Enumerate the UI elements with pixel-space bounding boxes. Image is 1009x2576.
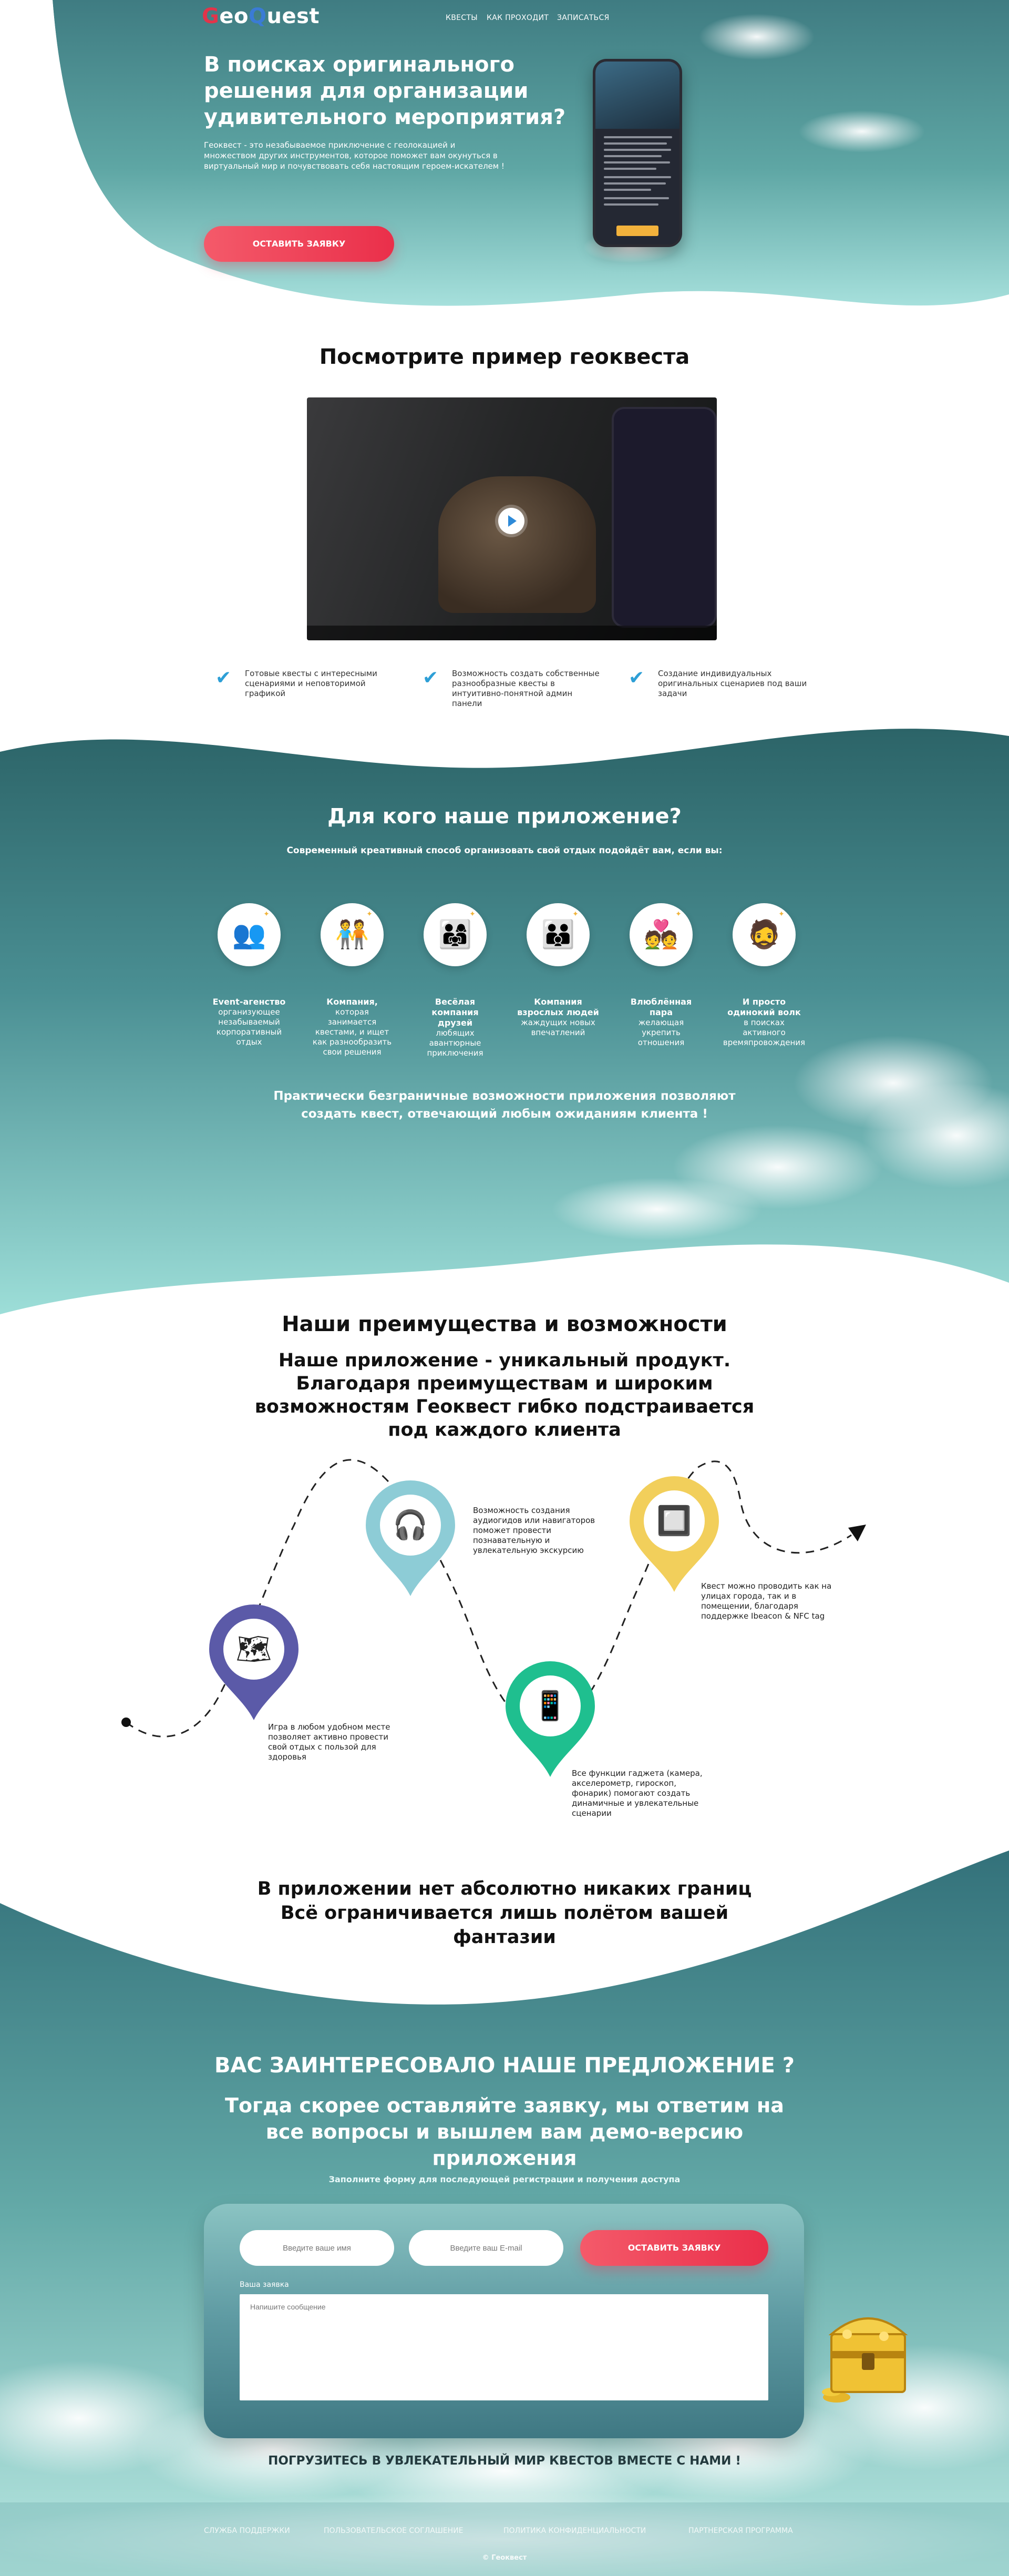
audience-item: 🧑‍🤝‍🧑 ✦ Компания, которая занимается квес… <box>310 903 394 1057</box>
hero-request-button[interactable]: ОСТАВИТЬ ЗАЯВКУ <box>204 226 394 262</box>
page-background <box>0 0 1009 2576</box>
audience-item-desc: которая занимается квестами, и ищет как … <box>312 1007 392 1057</box>
nfc-chip-icon: 🔲 <box>656 1504 692 1537</box>
check-icon: ✔ <box>423 667 439 689</box>
audience-icon-circle: 👨‍👩‍👧 ✦ <box>424 903 487 966</box>
limits-text: В приложении нет абсолютно никаких грани… <box>257 1878 752 1948</box>
logo-text-part-2: uest <box>266 4 320 28</box>
audience-item-desc: желающая укрепить отношения <box>637 1018 685 1047</box>
nav-link-how-it-works[interactable]: КАК ПРОХОДИТ <box>487 14 549 22</box>
audience-icon-circle: 👪 ✦ <box>527 903 590 966</box>
audience-item-title: И просто одинокий волк <box>727 997 801 1017</box>
audience-item-desc: организующее незабываемый корпоративный … <box>216 1007 282 1047</box>
copyright: © Геоквест <box>482 2554 527 2562</box>
audience-item: 👪 ✦ Компания взрослых людей жаждущих новы… <box>516 903 600 1038</box>
nav-link-signup[interactable]: ЗАПИСАТЬСЯ <box>557 14 610 22</box>
footer-link-support[interactable]: СЛУЖБА ПОДДЕРЖКИ <box>204 2527 290 2535</box>
advantage-text: Игра в любом удобном месте позволяет акт… <box>268 1722 390 1762</box>
message-textarea[interactable] <box>240 2294 768 2400</box>
play-icon[interactable] <box>498 508 524 534</box>
audience-title: Для кого наше приложение? <box>327 804 682 829</box>
people-icon: 👥 <box>232 919 266 950</box>
audience-subtitle: Современный креативный способ организова… <box>286 845 723 856</box>
footer-link-privacy[interactable]: ПОЛИТИКА КОНФИДЕНЦИАЛЬНОСТИ <box>503 2527 646 2535</box>
nav-link-quests[interactable]: КВЕСТЫ <box>446 14 478 22</box>
friends-icon: 👨‍👩‍👧 <box>438 919 472 950</box>
advantages-title: Наши преимущества и возможности <box>282 1312 727 1336</box>
cta-title: ВАС ЗАИНТЕРЕСОВАЛО НАШЕ ПРЕДЛОЖЕНИЕ ? <box>214 2053 795 2078</box>
audience-item-desc: любящих авантюрные приключения <box>427 1028 483 1058</box>
audience-item-title: Event-агенство <box>212 997 286 1007</box>
cta-subtitle: Тогда скорее оставляйте заявку, мы ответ… <box>225 2094 784 2170</box>
advantage-text: Возможность создания аудиогидов или нави… <box>473 1506 595 1555</box>
hero-title: В поисках оригинального решения для орга… <box>204 53 566 129</box>
audience-icon-circle: 🧔 ✦ <box>733 903 796 966</box>
couple-icon: 💑 <box>644 919 678 950</box>
feature-text: Готовые квесты с интересными сценариями … <box>245 669 377 698</box>
message-label: Ваша заявка <box>240 2281 289 2289</box>
audience-item-desc: в поисках активного времяпровождения <box>723 1018 806 1047</box>
adults-icon: 👪 <box>541 919 575 950</box>
audience-item-title: Компания взрослых людей <box>517 997 599 1017</box>
audience-item: 👥 ✦ Event-агенство организующее незабывае… <box>207 903 291 1047</box>
logo-pin-letter: G <box>202 4 220 28</box>
advantages-subtitle: Наше приложение - уникальный продукт. Бл… <box>254 1350 755 1440</box>
audience-item-desc: жаждущих новых впечатлений <box>521 1018 595 1037</box>
feature-item: ✔ Готовые квесты с интересными сценариям… <box>215 669 394 699</box>
audience-icon-circle: 🧑‍🤝‍🧑 ✦ <box>321 903 384 966</box>
audience-footer-text: Практически безграничные возможности при… <box>273 1089 736 1121</box>
video-controls-bar[interactable] <box>307 626 717 640</box>
footer-link-partners[interactable]: ПАРТНЕРСКАЯ ПРОГРАММА <box>688 2527 793 2535</box>
feature-item: ✔ Создание индивидуальных оригинальных с… <box>629 669 807 699</box>
audience-item-title: Компания, <box>326 997 378 1007</box>
check-icon: ✔ <box>629 667 645 689</box>
audience-item: 💑 ✦ Влюблённая пара желающая укрепить отн… <box>619 903 703 1048</box>
video-frame-object <box>438 476 596 613</box>
footer-link-terms[interactable]: ПОЛЬЗОВАТЕЛЬСКОЕ СОГЛАШЕНИЕ <box>324 2527 464 2535</box>
request-form: ОСТАВИТЬ ЗАЯВКУ Ваша заявка <box>204 2204 804 2438</box>
email-input[interactable] <box>409 2230 563 2266</box>
audience-icon-circle: 💑 ✦ <box>630 903 693 966</box>
cta-note: Заполните форму для последующей регистра… <box>328 2174 681 2184</box>
advantage-text: Квест можно проводить как на улицах горо… <box>701 1581 832 1621</box>
name-input[interactable] <box>240 2230 394 2266</box>
feature-item: ✔ Возможность создать собственные разноо… <box>423 669 601 709</box>
check-icon: ✔ <box>215 667 232 689</box>
advantage-text: Все функции гаджета (камера, акселеромет… <box>572 1769 703 1818</box>
hero-phone-image <box>593 59 682 247</box>
lone-wolf-icon: 🧔 <box>747 919 781 950</box>
smartphone-icon: 📱 <box>532 1689 568 1722</box>
headphones-icon: 🎧 <box>393 1508 428 1541</box>
audience-item: 🧔 ✦ И просто одинокий волк в поисках акти… <box>722 903 806 1048</box>
audience-icon-circle: 👥 ✦ <box>218 903 281 966</box>
logo[interactable]: GeoQuest <box>202 4 320 28</box>
video-phone-overlay <box>612 407 717 628</box>
immerse-banner: ПОГРУЗИТЕСЬ В УВЛЕКАТЕЛЬНЫЙ МИР КВЕСТОВ … <box>268 2454 741 2468</box>
hero-description: Геоквест - это незабываемое приключение … <box>204 140 504 171</box>
audience-item: 👨‍👩‍👧 ✦ Весёлая компания друзей любящих а… <box>413 903 497 1058</box>
example-title: Посмотрите пример геоквеста <box>319 345 690 369</box>
audience-item-title: Влюблённая пара <box>630 997 692 1017</box>
audience-item-title: Весёлая компания друзей <box>431 997 479 1028</box>
treasure-chest-icon <box>822 2317 908 2403</box>
feature-text: Возможность создать собственные разнообр… <box>452 669 600 708</box>
logo-text-part: eo <box>219 4 249 28</box>
team-icon: 🧑‍🤝‍🧑 <box>335 919 369 950</box>
map-icon: 🗺 <box>235 1632 272 1665</box>
logo-pin-letter-2: Q <box>248 4 267 28</box>
feature-text: Создание индивидуальных оригинальных сце… <box>658 669 807 698</box>
submit-request-button[interactable]: ОСТАВИТЬ ЗАЯВКУ <box>580 2230 768 2266</box>
